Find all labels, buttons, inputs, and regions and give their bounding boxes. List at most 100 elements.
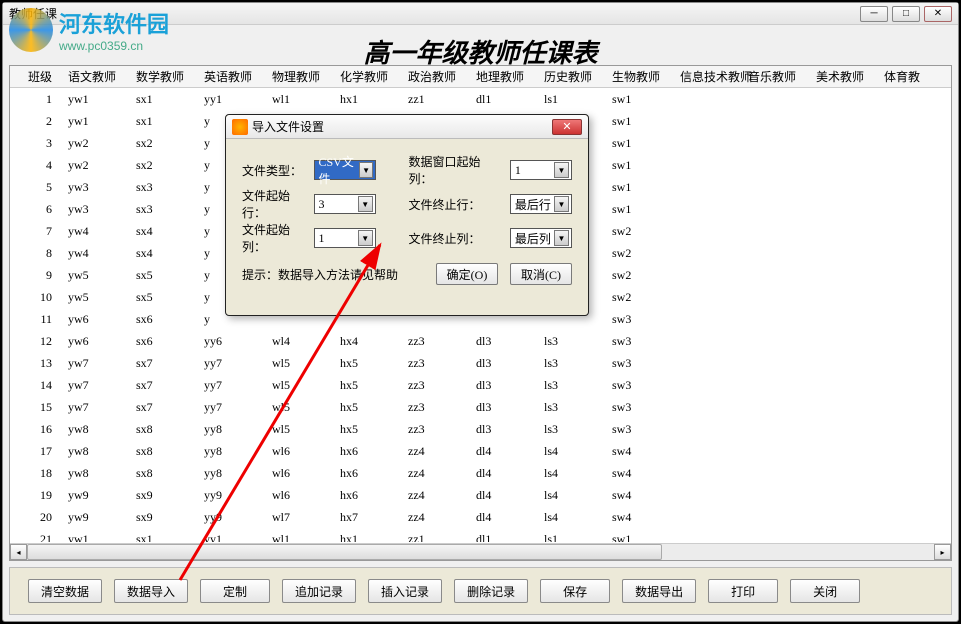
table-cell: yw6 bbox=[62, 330, 130, 352]
toolbar-button[interactable]: 数据导入 bbox=[114, 579, 188, 603]
column-header[interactable]: 生物教师 bbox=[606, 66, 674, 87]
column-header[interactable]: 音乐教师 bbox=[742, 66, 810, 87]
table-cell: sx1 bbox=[130, 110, 198, 132]
column-header[interactable]: 物理教师 bbox=[266, 66, 334, 87]
toolbar-button[interactable]: 关闭 bbox=[790, 579, 860, 603]
data-start-col-label: 数据窗口起始列： bbox=[408, 153, 501, 187]
table-cell: yw7 bbox=[62, 396, 130, 418]
table-cell bbox=[742, 308, 810, 330]
table-cell: zz1 bbox=[402, 528, 470, 542]
table-cell bbox=[742, 352, 810, 374]
table-cell bbox=[742, 330, 810, 352]
toolbar-button[interactable]: 清空数据 bbox=[28, 579, 102, 603]
file-end-row-value: 最后行 bbox=[515, 196, 551, 213]
table-cell: 19 bbox=[10, 484, 62, 506]
scroll-track[interactable] bbox=[27, 544, 934, 560]
scroll-right-button[interactable]: ▸ bbox=[934, 544, 951, 560]
table-row[interactable]: 20yw9sx9yy9wl7hx7zz4dl4ls4sw4 bbox=[10, 506, 951, 528]
table-cell: yy8 bbox=[198, 418, 266, 440]
table-row[interactable]: 17yw8sx8yy8wl6hx6zz4dl4ls4sw4 bbox=[10, 440, 951, 462]
table-cell: sw1 bbox=[606, 110, 674, 132]
table-row[interactable]: 13yw7sx7yy7wl5hx5zz3dl3ls3sw3 bbox=[10, 352, 951, 374]
toolbar-button[interactable]: 打印 bbox=[708, 579, 778, 603]
toolbar-button[interactable]: 删除记录 bbox=[454, 579, 528, 603]
table-cell: sw4 bbox=[606, 462, 674, 484]
file-start-row-select[interactable]: 3 ▼ bbox=[314, 194, 376, 214]
file-type-value: CSV文件 bbox=[319, 153, 360, 187]
table-cell: yw8 bbox=[62, 418, 130, 440]
minimize-button[interactable]: ─ bbox=[860, 6, 888, 22]
ok-button[interactable]: 确定(O) bbox=[436, 263, 498, 285]
column-header[interactable]: 语文教师 bbox=[62, 66, 130, 87]
maximize-button[interactable]: □ bbox=[892, 6, 920, 22]
table-cell bbox=[674, 352, 742, 374]
table-cell: ls4 bbox=[538, 484, 606, 506]
column-header[interactable]: 信息技术教师 bbox=[674, 66, 742, 87]
dialog-close-button[interactable]: ✕ bbox=[552, 119, 582, 135]
table-cell: sx5 bbox=[130, 286, 198, 308]
cancel-button[interactable]: 取消(C) bbox=[510, 263, 572, 285]
table-header: 班级语文教师数学教师英语教师物理教师化学教师政治教师地理教师历史教师生物教师信息… bbox=[10, 66, 951, 88]
table-cell bbox=[878, 176, 946, 198]
titlebar[interactable]: 教师任课 ─ □ ✕ bbox=[3, 3, 958, 25]
table-cell: 5 bbox=[10, 176, 62, 198]
table-cell: sx7 bbox=[130, 374, 198, 396]
scroll-left-button[interactable]: ◂ bbox=[10, 544, 27, 560]
column-header[interactable]: 数学教师 bbox=[130, 66, 198, 87]
table-cell bbox=[810, 352, 878, 374]
table-cell: wl5 bbox=[266, 418, 334, 440]
column-header[interactable]: 美术教师 bbox=[810, 66, 878, 87]
file-end-row-select[interactable]: 最后行 ▼ bbox=[510, 194, 572, 214]
table-row[interactable]: 14yw7sx7yy7wl5hx5zz3dl3ls3sw3 bbox=[10, 374, 951, 396]
toolbar-button[interactable]: 插入记录 bbox=[368, 579, 442, 603]
column-header[interactable]: 地理教师 bbox=[470, 66, 538, 87]
table-row[interactable]: 15yw7sx7yy7wl5hx5zz3dl3ls3sw3 bbox=[10, 396, 951, 418]
table-cell bbox=[878, 264, 946, 286]
table-cell bbox=[742, 396, 810, 418]
table-row[interactable]: 21yw1sx1yy1wl1hx1zz1dl1ls1sw1 bbox=[10, 528, 951, 542]
table-cell bbox=[674, 374, 742, 396]
close-button[interactable]: ✕ bbox=[924, 6, 952, 22]
column-header[interactable]: 英语教师 bbox=[198, 66, 266, 87]
column-header[interactable]: 政治教师 bbox=[402, 66, 470, 87]
file-type-select[interactable]: CSV文件 ▼ bbox=[314, 160, 376, 180]
table-cell: sw4 bbox=[606, 484, 674, 506]
dialog-titlebar[interactable]: 导入文件设置 ✕ bbox=[226, 115, 588, 139]
chevron-down-icon: ▼ bbox=[358, 230, 373, 246]
column-header[interactable]: 历史教师 bbox=[538, 66, 606, 87]
table-cell bbox=[674, 462, 742, 484]
data-start-col-select[interactable]: 1 ▼ bbox=[510, 160, 572, 180]
dialog-icon bbox=[232, 119, 248, 135]
table-cell: sw1 bbox=[606, 88, 674, 110]
column-header[interactable]: 班级 bbox=[10, 66, 62, 87]
file-end-col-select[interactable]: 最后列 ▼ bbox=[510, 228, 572, 248]
column-header[interactable]: 体育教 bbox=[878, 66, 946, 87]
table-cell: dl4 bbox=[470, 506, 538, 528]
table-cell bbox=[810, 110, 878, 132]
table-cell bbox=[742, 176, 810, 198]
table-cell: ls4 bbox=[538, 506, 606, 528]
horizontal-scrollbar[interactable]: ◂ ▸ bbox=[10, 543, 951, 560]
table-row[interactable]: 1yw1sx1yy1wl1hx1zz1dl1ls1sw1 bbox=[10, 88, 951, 110]
table-cell: sw3 bbox=[606, 418, 674, 440]
file-start-col-select[interactable]: 1 ▼ bbox=[314, 228, 376, 248]
table-cell: 17 bbox=[10, 440, 62, 462]
toolbar-button[interactable]: 定制 bbox=[200, 579, 270, 603]
column-header[interactable]: 化学教师 bbox=[334, 66, 402, 87]
table-cell bbox=[810, 418, 878, 440]
table-row[interactable]: 16yw8sx8yy8wl5hx5zz3dl3ls3sw3 bbox=[10, 418, 951, 440]
table-cell: 14 bbox=[10, 374, 62, 396]
import-dialog: 导入文件设置 ✕ 文件类型： CSV文件 ▼ 数据窗口起始列： 1 ▼ 文件起始… bbox=[225, 114, 589, 316]
scroll-thumb[interactable] bbox=[27, 544, 662, 560]
table-cell: 8 bbox=[10, 242, 62, 264]
table-cell: sx2 bbox=[130, 154, 198, 176]
toolbar-button[interactable]: 数据导出 bbox=[622, 579, 696, 603]
table-row[interactable]: 18yw8sx8yy8wl6hx6zz4dl4ls4sw4 bbox=[10, 462, 951, 484]
table-cell: yw1 bbox=[62, 110, 130, 132]
table-row[interactable]: 19yw9sx9yy9wl6hx6zz4dl4ls4sw4 bbox=[10, 484, 951, 506]
toolbar-button[interactable]: 追加记录 bbox=[282, 579, 356, 603]
table-row[interactable]: 12yw6sx6yy6wl4hx4zz3dl3ls3sw3 bbox=[10, 330, 951, 352]
table-cell: zz4 bbox=[402, 462, 470, 484]
table-cell: hx5 bbox=[334, 374, 402, 396]
toolbar-button[interactable]: 保存 bbox=[540, 579, 610, 603]
